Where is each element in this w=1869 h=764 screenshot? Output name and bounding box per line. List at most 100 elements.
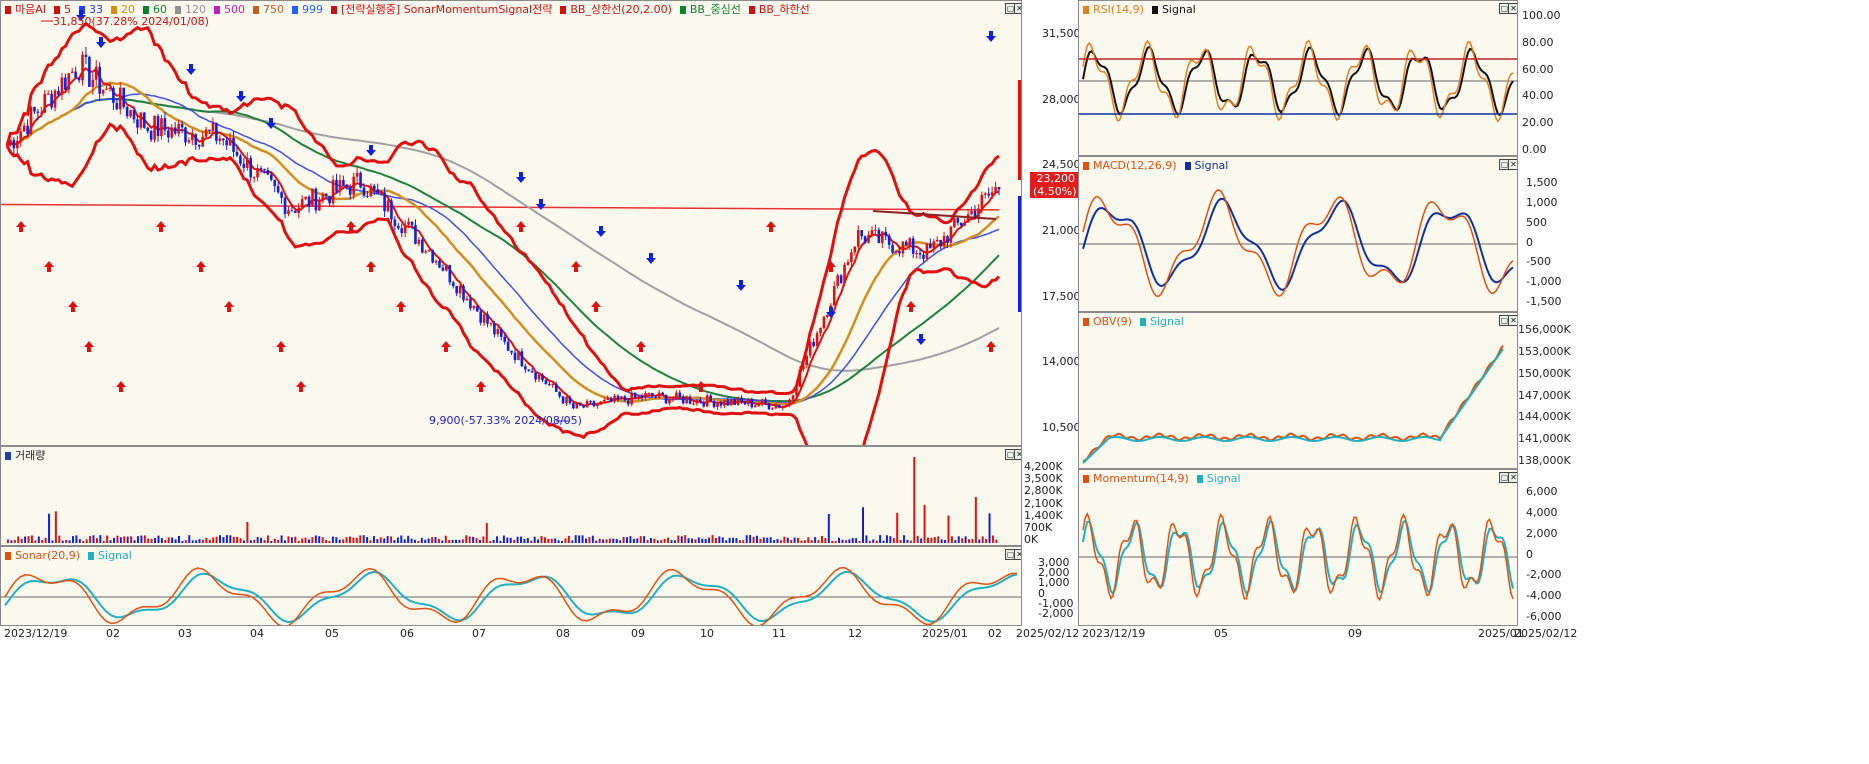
candle-body — [537, 374, 541, 380]
candle-body — [527, 369, 531, 371]
candle-body — [836, 275, 839, 287]
volume-bar — [653, 538, 656, 543]
volume-bar — [236, 536, 239, 543]
volume-bar — [369, 540, 372, 543]
price-panel[interactable]: 마음AI 5 33 20 60 120 500 750 999 [전략실행중] SonarMome… — [0, 0, 1022, 446]
volume-panel[interactable]: 거래량 ▢ ✕ — [0, 446, 1022, 546]
volume-bar — [738, 540, 741, 543]
candle-body — [311, 188, 314, 207]
volume-bar — [403, 539, 406, 543]
volume-bar — [301, 538, 304, 543]
candle-body — [853, 246, 857, 253]
volume-bar — [574, 535, 577, 543]
volume-bar — [944, 540, 947, 543]
volume-bar — [482, 536, 485, 543]
volume-bar — [284, 540, 287, 543]
volume-bar — [769, 537, 772, 543]
x-axis-tick-label: 05 — [1214, 627, 1228, 640]
volume-bar — [321, 537, 324, 543]
volume-bar — [718, 536, 721, 543]
candle-body — [499, 329, 503, 337]
volume-bar — [71, 536, 74, 543]
x-axis-tick-label: 08 — [556, 627, 570, 640]
axis-tick-label: 150,000K — [1518, 366, 1571, 380]
candle-body — [688, 397, 692, 404]
candle-body — [681, 396, 685, 404]
sonar-panel[interactable]: Sonar(20,9)Signal ▢ ✕ — [0, 546, 1022, 626]
volume-bar — [260, 537, 263, 543]
rsi-chart-svg — [1079, 39, 1517, 123]
candle-body — [568, 397, 572, 404]
volume-bar — [123, 536, 126, 543]
candle-body — [798, 369, 802, 387]
signal-line — [1082, 348, 1504, 464]
candle-body — [294, 210, 297, 213]
axis-tick-label: 14,000 — [1042, 355, 1081, 369]
volume-bar — [547, 538, 550, 543]
axis-tick-label: -6,000 — [1526, 610, 1562, 623]
candle-body — [455, 286, 458, 294]
candle-body — [520, 351, 524, 367]
candle-body — [50, 93, 53, 108]
volume-bar — [776, 539, 779, 543]
candle-body — [424, 251, 428, 253]
obv-panel[interactable]: OBV(9) Signal ▢ ✕ — [1078, 312, 1518, 469]
volume-bar — [937, 536, 940, 543]
buy-arrow-icon — [296, 381, 306, 392]
high-annotation: 31,850(37.28% 2024/01/08) — [53, 15, 209, 28]
candle-body — [489, 323, 493, 325]
candle-body — [585, 400, 589, 408]
buy-arrow-icon — [156, 221, 166, 232]
candle-body — [740, 397, 743, 402]
volume-bar — [985, 538, 988, 543]
axis-tick-label: 153,000K — [1518, 344, 1571, 358]
volume-bar — [499, 540, 502, 543]
volume-bar — [489, 540, 492, 543]
volume-bar — [37, 536, 40, 543]
volume-bar — [978, 539, 981, 543]
candle-body — [637, 395, 640, 398]
candle-body — [860, 230, 863, 237]
candle-body — [705, 395, 709, 407]
macd-panel[interactable]: MACD(12,26,9) Signal ▢ ✕ — [1078, 156, 1518, 312]
axis-tick-label: 4,200K — [1024, 460, 1063, 473]
volume-bar — [362, 535, 365, 543]
candle-body — [280, 192, 283, 198]
volume-bar — [219, 535, 222, 543]
candle-body — [661, 392, 664, 395]
sell-arrow-icon — [96, 37, 106, 48]
ma60-line — [6, 97, 1000, 403]
candle-body — [630, 392, 634, 405]
candle-body — [324, 193, 328, 196]
volume-bar — [660, 540, 663, 543]
x-axis-tick-label: 11 — [772, 627, 786, 640]
indicator-line — [1082, 189, 1514, 298]
volume-bar — [386, 536, 389, 543]
candle-body — [922, 254, 925, 259]
candle-body — [558, 391, 561, 397]
candle-body — [644, 393, 647, 399]
axis-tick-label: 1,500 — [1526, 176, 1558, 189]
candle-body — [977, 208, 980, 218]
rsi-panel[interactable]: RSI(14,9) Signal ▢ ✕ — [1078, 0, 1518, 156]
candle-body — [805, 355, 809, 366]
candle-body — [671, 398, 675, 400]
candle-body — [675, 392, 678, 399]
volume-bar — [841, 539, 844, 543]
x-axis-tick-label: 04 — [250, 627, 264, 640]
volume-bar — [246, 521, 249, 543]
current-price: 23,200 — [1036, 172, 1076, 185]
axis-tick-label: 138,000K — [1518, 454, 1571, 467]
volume-bar — [745, 535, 748, 543]
candle-body — [980, 194, 984, 209]
axis-tick-label: 28,000 — [1042, 92, 1081, 106]
candle-body — [956, 217, 960, 223]
momentum-panel[interactable]: Momentum(14,9) Signal ▢ ✕ — [1078, 469, 1518, 626]
volume-bar — [708, 537, 711, 543]
candle-body — [843, 264, 846, 284]
candle-body — [410, 221, 414, 225]
axis-tick-label: 1,000 — [1526, 195, 1558, 209]
candle-body — [29, 107, 33, 135]
volume-bar — [930, 537, 933, 543]
x-axis-tick-label: 02 — [106, 627, 120, 640]
